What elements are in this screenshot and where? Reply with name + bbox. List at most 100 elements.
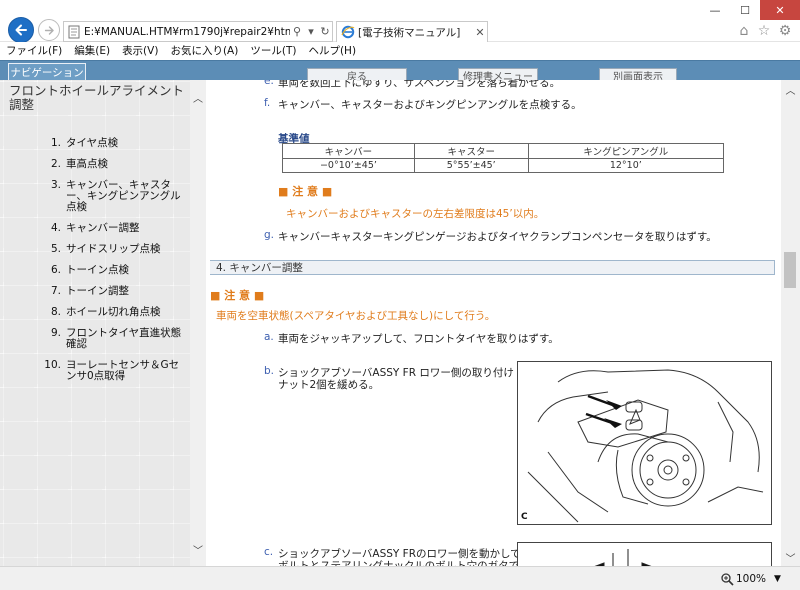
toc-number: 3. [50, 179, 61, 191]
caution-heading: ■ 注 意 ■ [278, 185, 333, 198]
minimize-button[interactable]: — [700, 0, 730, 20]
dropdown-icon[interactable]: ▾ [304, 25, 318, 38]
tab-navigation[interactable]: ナビゲーション [8, 63, 86, 80]
suspension-illustration: C [517, 361, 772, 525]
table-of-contents: 1. タイヤ点検 2. 車高点検 3. キャンバー、キャスター、キングピンアングル点検 4.… [0, 138, 190, 392]
step-f-text: キャンバー、キャスターおよびキングピンアングルを点検する。 [278, 99, 582, 111]
address-bar[interactable]: E:¥MANUAL.HTM¥rm1790j¥repair2¥html¥fram … [63, 21, 333, 42]
toc-link[interactable]: トーイン点検 [66, 265, 184, 276]
toc-item[interactable]: 8. ホイール切れ角点検 [0, 307, 190, 318]
address-text[interactable]: E:¥MANUAL.HTM¥rm1790j¥repair2¥html¥fram [84, 26, 290, 38]
close-window-button[interactable]: ✕ [760, 0, 800, 20]
spec-value-cell: 12°10’ [527, 158, 725, 173]
toc-number: 5. [50, 243, 61, 255]
maximize-button[interactable]: ☐ [730, 0, 760, 20]
toc-link[interactable]: 車高点検 [66, 159, 184, 170]
toc-number: 4. [50, 222, 61, 234]
menu-bar: ファイル(F) 編集(E) 表示(V) お気に入り(A) ツール(T) ヘルプ(H) [0, 42, 800, 59]
toc-number: 10. [44, 359, 61, 371]
zoom-control[interactable]: 100% ▼ [720, 571, 781, 587]
toc-number: 2. [50, 158, 61, 170]
arrow-left-icon [15, 24, 27, 36]
step-c-line2: ボルトとステアリングナックルのボルト穴のガタでキャ [278, 560, 541, 566]
menu-item[interactable]: お気に入り(A) [170, 43, 238, 58]
toc-item[interactable]: 3. キャンバー、キャスター、キングピンアングル点検 [0, 180, 190, 213]
figure-label: C [521, 512, 528, 522]
scroll-down-icon[interactable]: ﹀ [190, 542, 206, 557]
left-scrollbar[interactable]: ︿ ﹀ [190, 80, 206, 566]
page-title: フロントホイールアライメント 調整 [9, 83, 197, 112]
toc-item[interactable]: 5. サイドスリップ点検 [0, 244, 190, 255]
step-g-text: キャンバーキャスターキングピンゲージおよびタイヤクランプコンペンセータを取りはず… [278, 231, 717, 243]
step-a-text: 車両をジャッキアップして、フロントタイヤを取りはずす。 [278, 333, 559, 345]
toc-link[interactable]: ヨーレートセンサ＆Gセンサ0点取得 [66, 360, 184, 382]
spec-header-cell: キャンバー [282, 143, 415, 159]
caution-heading: ■ 注 意 ■ [210, 289, 265, 302]
close-tab-icon[interactable]: ✕ [473, 26, 487, 39]
toc-number: 6. [50, 264, 61, 276]
toc-number: 1. [50, 137, 61, 149]
step-e-letter: e. [264, 80, 274, 87]
back-button[interactable] [8, 17, 34, 43]
menu-item[interactable]: 編集(E) [74, 43, 110, 58]
status-bar: 100% ▼ [0, 566, 800, 590]
toc-link[interactable]: ホイール切れ角点検 [66, 307, 184, 318]
toc-item[interactable]: 1. タイヤ点検 [0, 138, 190, 149]
suspension-drawing [527, 369, 764, 523]
menu-item[interactable]: ツール(T) [250, 43, 296, 58]
spec-table: キャンバー キャスター キングピンアングル −0°10’±45’ 5°55’±4… [282, 143, 725, 173]
spec-header-row: キャンバー キャスター キングピンアングル [282, 143, 725, 159]
zoom-icon [721, 573, 734, 586]
menu-item[interactable]: ファイル(F) [6, 43, 62, 58]
toc-number: 8. [50, 306, 61, 318]
toc-number: 9. [50, 327, 61, 339]
toc-item[interactable]: 2. 車高点検 [0, 159, 190, 170]
menu-item[interactable]: ヘルプ(H) [308, 43, 356, 58]
favorites-star-icon[interactable]: ☆ [755, 22, 773, 40]
zoom-level: 100% [736, 573, 767, 585]
scrollbar-thumb[interactable] [784, 252, 796, 288]
toc-link[interactable]: サイドスリップ点検 [66, 244, 184, 255]
ie-icon [341, 25, 355, 39]
step-a-letter: a. [264, 331, 274, 343]
home-icon[interactable]: ⌂ [735, 22, 753, 40]
gear-icon[interactable]: ⚙ [776, 22, 794, 40]
toc-number: 7. [50, 285, 61, 297]
menu-item[interactable]: 表示(V) [122, 43, 158, 58]
refresh-icon[interactable]: ↻ [318, 25, 332, 38]
navigation-strip: ナビゲーション 戻る 修理書メニュー 別画面表示 [0, 60, 800, 81]
step-b-letter: b. [264, 365, 275, 377]
spec-header-cell: キングピンアングル [527, 143, 725, 159]
toc-link[interactable]: フロントタイヤ直進状態確認 [66, 328, 184, 350]
new-tab-button[interactable] [490, 21, 512, 41]
arrow-right-icon [44, 25, 54, 35]
toc-item[interactable]: 6. トーイン点検 [0, 265, 190, 276]
toc-item[interactable]: 4. キャンバー調整 [0, 223, 190, 234]
toc-item[interactable]: 7. トーイン調整 [0, 286, 190, 297]
main-scrollbar[interactable]: ︿ ﹀ [781, 80, 800, 566]
browser-tab[interactable]: [電子技術マニュアル] ✕ [336, 21, 488, 42]
step-g-letter: g. [264, 229, 275, 241]
step-e-text: 車両を数回上下にゆすり、サスペンションを落ち着かせる。 [278, 80, 561, 89]
spec-value-row: −0°10’±45’ 5°55’±45’ 12°10’ [282, 158, 725, 173]
forward-button[interactable] [38, 19, 60, 41]
tab-title: [電子技術マニュアル] [358, 26, 461, 39]
search-icon[interactable]: ⚲ [290, 25, 304, 38]
browser-titlebar: E:¥MANUAL.HTM¥rm1790j¥repair2¥html¥fram … [0, 0, 800, 43]
toc-item[interactable]: 10. ヨーレートセンサ＆Gセンサ0点取得 [0, 360, 190, 382]
section-heading: 4. キャンバー調整 [210, 260, 775, 275]
step-f-letter: f. [264, 97, 271, 109]
scroll-down-icon[interactable]: ﹀ [781, 550, 800, 565]
toc-link[interactable]: トーイン調整 [66, 286, 184, 297]
page-icon [68, 25, 80, 38]
chevron-down-icon[interactable]: ▼ [774, 574, 781, 584]
scroll-up-icon[interactable]: ︿ [781, 82, 800, 97]
next-illustration [517, 542, 772, 566]
toc-link[interactable]: タイヤ点検 [66, 138, 184, 149]
step-b-line2: ナット2個を緩める。 [278, 379, 380, 391]
toc-item[interactable]: 9. フロントタイヤ直進状態確認 [0, 328, 190, 350]
toc-link[interactable]: キャンバー、キャスター、キングピンアングル点検 [66, 180, 184, 213]
main-content: e. 車両を数回上下にゆすり、サスペンションを落ち着かせる。 f. キャンバー、… [206, 80, 781, 566]
scroll-up-icon[interactable]: ︿ [190, 90, 206, 105]
toc-link[interactable]: キャンバー調整 [66, 223, 184, 234]
